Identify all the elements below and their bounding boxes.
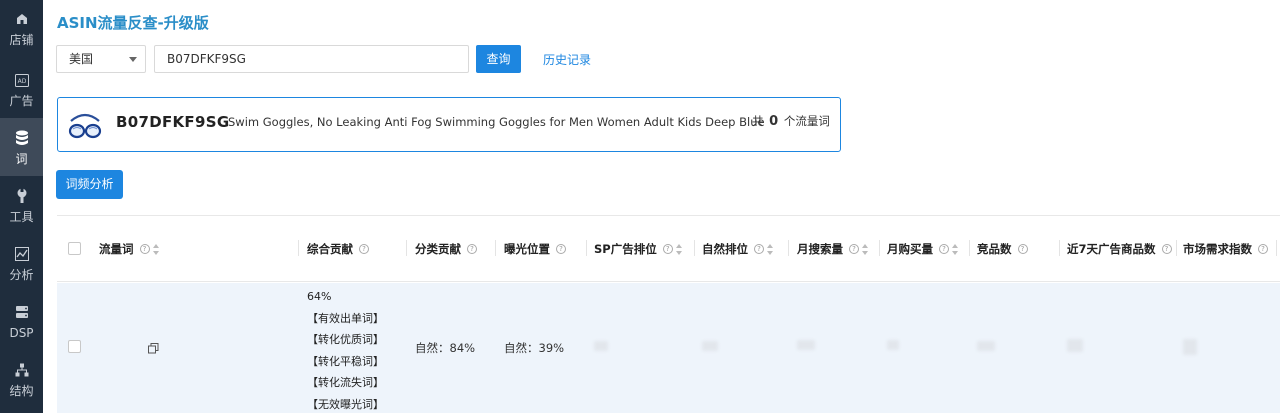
store-icon [13, 10, 31, 28]
column-overall-contribution[interactable]: 综合贡献? [307, 241, 369, 257]
contribution-value: 64% [307, 290, 332, 303]
country-select[interactable]: 美国 [56, 45, 146, 73]
keyword-count: 共 0 个流量词 [752, 113, 830, 129]
help-icon[interactable]: ? [467, 244, 477, 254]
table-header: 流量词? 综合贡献? 分类贡献? 曝光位置? SP广告排位? 自然排位? 月搜索… [57, 216, 1280, 282]
help-icon[interactable]: ? [359, 244, 369, 254]
category-contribution-cell: 自然：84% [415, 341, 476, 355]
column-exposure-position[interactable]: 曝光位置? [504, 241, 566, 257]
market-demand-cell [1183, 339, 1197, 355]
query-button[interactable]: 查询 [476, 45, 521, 73]
column-divider [586, 240, 587, 256]
help-icon[interactable]: ? [1161, 244, 1172, 254]
help-icon[interactable]: ? [139, 244, 150, 254]
keyword-count-suffix: 个流量词 [783, 114, 830, 128]
sidebar-item-structure[interactable]: 结构 [0, 350, 43, 408]
sidebar-item-analysis[interactable]: 分析 [0, 234, 43, 292]
column-divider [1276, 240, 1277, 256]
help-icon[interactable]: ? [556, 244, 566, 254]
column-competitor-count[interactable]: 竞品数? [977, 241, 1028, 257]
column-monthly-search-volume[interactable]: 月搜索量? [797, 241, 869, 257]
chart-icon [13, 245, 31, 263]
database-icon [13, 129, 31, 147]
page-title: ASIN流量反查-升级版 [57, 14, 209, 32]
wrench-icon [13, 187, 31, 205]
column-sp-ad-rank[interactable]: SP广告排位? [594, 241, 683, 257]
sort-icon[interactable] [767, 243, 774, 255]
help-icon[interactable]: ? [754, 244, 764, 254]
copy-icon[interactable] [148, 343, 159, 354]
sidebar-item-ads[interactable]: AD 广告 [0, 60, 43, 118]
keyword-count-prefix: 共 [752, 114, 764, 128]
ad-icon: AD [13, 71, 31, 89]
tag-invalid-exposure: 【无效曝光词】 [307, 397, 384, 411]
tag-effective-order: 【有效出单词】 [307, 311, 384, 325]
product-card: B07DFKF9SG Swim Goggles, No Leaking Anti… [57, 97, 841, 152]
sidebar-item-tools[interactable]: 工具 [0, 176, 43, 234]
ad-products-cell [1067, 339, 1083, 352]
product-asin: B07DFKF9SG [116, 113, 230, 131]
column-divider [969, 240, 970, 256]
column-divider [879, 240, 880, 256]
help-icon[interactable]: ? [849, 244, 859, 254]
help-icon[interactable]: ? [1017, 244, 1028, 254]
keyword-table: 流量词? 综合贡献? 分类贡献? 曝光位置? SP广告排位? 自然排位? 月搜索… [57, 215, 1280, 413]
chevron-down-icon [129, 57, 137, 62]
tag-stable-conversion: 【转化平稳词】 [307, 354, 384, 368]
table-row[interactable]: 64% 【有效出单词】 【转化优质词】 【转化平稳词】 【转化流失词】 【无效曝… [57, 283, 1280, 413]
column-divider [406, 240, 407, 256]
country-select-value: 美国 [69, 52, 94, 66]
structure-icon [13, 361, 31, 379]
tag-lost-conversion: 【转化流失词】 [307, 376, 384, 389]
select-all-checkbox[interactable] [68, 242, 81, 255]
monthly-purchase-volume-cell [887, 340, 899, 350]
monthly-search-volume-cell [797, 340, 815, 350]
sort-icon[interactable] [675, 243, 683, 255]
sidebar-item-words[interactable]: 词 [0, 118, 43, 176]
main-content: ASIN流量反查-升级版 美国 查询 历史记录 B07DFKF9SG Swim … [43, 0, 1280, 413]
column-divider [788, 240, 789, 256]
column-category-contribution[interactable]: 分类贡献? [415, 241, 477, 257]
column-divider [1059, 240, 1060, 256]
column-divider [694, 240, 695, 256]
column-divider [1176, 240, 1177, 256]
column-organic-rank[interactable]: 自然排位? [702, 241, 774, 257]
column-7day-ad-products[interactable]: 近7天广告商品数? [1067, 241, 1172, 257]
exposure-position-cell: 自然：39% [504, 341, 565, 355]
row-checkbox[interactable] [68, 340, 81, 353]
svg-text:AD: AD [17, 78, 26, 85]
help-icon[interactable]: ? [939, 244, 949, 254]
help-icon[interactable]: ? [1258, 244, 1268, 254]
sort-icon[interactable] [862, 243, 869, 255]
server-icon [13, 303, 31, 321]
column-monthly-purchase-volume[interactable]: 月购买量? [887, 241, 959, 257]
word-frequency-analysis-button[interactable]: 词频分析 [56, 170, 123, 199]
sort-icon[interactable] [952, 243, 959, 255]
overall-contribution-cell: 64% 【有效出单词】 【转化优质词】 【转化平稳词】 【转化流失词】 【无效曝… [307, 286, 384, 413]
column-divider [495, 240, 496, 256]
column-keyword[interactable]: 流量词? [99, 241, 160, 257]
sidebar-item-dsp[interactable]: DSP [0, 292, 43, 350]
product-image [65, 105, 105, 145]
asin-search-input[interactable] [154, 45, 469, 73]
sidebar-item-store[interactable]: 店铺 [0, 0, 43, 56]
organic-rank-cell [702, 341, 718, 351]
sidebar: 店铺 AD 广告 词 工具 分析 DSP 结构 [0, 0, 43, 413]
column-market-demand-index[interactable]: 市场需求指数? [1183, 241, 1268, 257]
product-title: Swim Goggles, No Leaking Anti Fog Swimmi… [228, 115, 765, 129]
sort-icon[interactable] [152, 243, 160, 255]
help-icon[interactable]: ? [662, 244, 673, 254]
sp-ad-rank-cell [594, 341, 608, 351]
column-divider [298, 240, 299, 256]
keyword-count-value: 0 [769, 114, 779, 129]
tag-quality-conversion: 【转化优质词】 [307, 333, 384, 346]
history-link[interactable]: 历史记录 [543, 51, 591, 68]
competitor-count-cell [977, 341, 995, 351]
